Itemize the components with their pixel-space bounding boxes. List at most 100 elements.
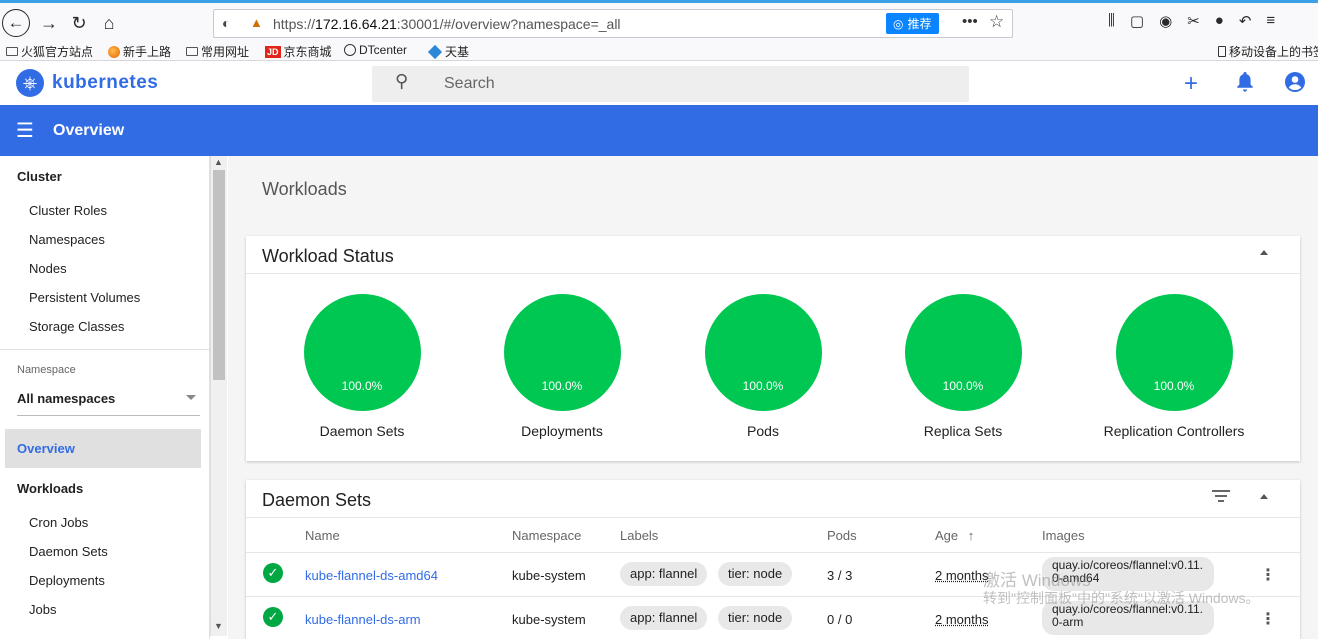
search-icon[interactable]: ⚲ [395, 71, 408, 92]
sidebar-item-nodes[interactable]: Nodes [29, 261, 67, 276]
page-actions-icon[interactable]: ••• [962, 13, 978, 30]
column-header-age[interactable]: Age ↑ [935, 528, 974, 543]
main-content: Workloads Workload Status 100.0% Daemon … [228, 156, 1318, 639]
insecure-lock-icon[interactable]: ▲ [250, 15, 263, 30]
status-pie: 100.0% [1116, 294, 1233, 411]
status-ok-icon: ✓ [263, 563, 283, 583]
bookmark-item[interactable]: DTcenter [344, 43, 407, 57]
notifications-bell-icon[interactable] [1236, 72, 1254, 98]
account-circle-icon[interactable] [1285, 72, 1305, 98]
create-plus-icon[interactable]: + [1184, 70, 1198, 98]
diamond-icon [428, 44, 442, 58]
sidebar-scrollbar[interactable]: ▲ ▼ [210, 156, 227, 636]
sidebar-item-overview[interactable]: Overview [5, 429, 201, 468]
sidebar-divider [0, 349, 209, 350]
column-header-namespace[interactable]: Namespace [512, 528, 581, 543]
namespace-select[interactable]: All namespaces [17, 391, 200, 411]
section-title-workloads: Workloads [262, 179, 347, 200]
column-header-pods: Pods [827, 528, 857, 543]
screenshot-icon[interactable]: ✂ [1187, 12, 1200, 30]
chat-icon[interactable]: ● [1215, 12, 1224, 30]
recommend-button[interactable]: ◎ 推荐 [886, 13, 939, 34]
collapse-caret-icon[interactable] [1260, 494, 1268, 499]
daemon-set-name-link[interactable]: kube-flannel-ds-arm [305, 612, 421, 627]
sidebar-heading-workloads[interactable]: Workloads [17, 481, 83, 496]
dropdown-arrow-icon [186, 395, 196, 400]
label-chip: app: flannel [620, 562, 707, 586]
forward-icon[interactable]: → [35, 9, 63, 37]
sidebar-item-deployments[interactable]: Deployments [29, 573, 105, 588]
namespace-cell: kube-system [512, 568, 586, 583]
undo-icon[interactable]: ↶ [1239, 12, 1252, 30]
search-bar: ⚲ [372, 66, 969, 102]
sidebar-heading-cluster[interactable]: Cluster [17, 169, 62, 184]
column-header-labels: Labels [620, 528, 658, 543]
bookmark-star-icon[interactable]: ☆ [989, 12, 1004, 32]
extension-icon[interactable]: ◉ [1159, 12, 1172, 30]
sidebar-nav: Cluster Cluster Roles Namespaces Nodes P… [0, 156, 210, 639]
status-pods[interactable]: 100.0% Pods [673, 294, 853, 439]
browser-toolbar: ← → ↻ ⌂ ◐ ▲ https://172.16.64.21:30001/#… [0, 0, 1318, 40]
sidebar-item-cron-jobs[interactable]: Cron Jobs [29, 515, 88, 530]
label-chip: tier: node [718, 562, 792, 586]
bookmark-item[interactable]: 新手上路 [108, 43, 171, 60]
namespace-cell: kube-system [512, 612, 586, 627]
status-replication-controllers[interactable]: 100.0% Replication Controllers [1074, 294, 1274, 439]
folder-icon [186, 47, 198, 56]
status-pie: 100.0% [705, 294, 822, 411]
age-cell[interactable]: 2 months [935, 568, 988, 583]
toolbar-icons: ⫼ ▢ ◉ ✂ ● ↶ ≡ [1108, 12, 1275, 30]
sidebar-item-cluster-roles[interactable]: Cluster Roles [29, 203, 107, 218]
jd-icon: JD [265, 46, 281, 58]
scroll-down-icon[interactable]: ▼ [214, 621, 223, 631]
age-cell[interactable]: 2 months [935, 612, 988, 627]
folder-icon [6, 47, 18, 56]
pods-cell: 3 / 3 [827, 568, 852, 583]
mobile-bookmarks[interactable]: 移动设备上的书签 [1218, 43, 1318, 60]
library-icon[interactable]: ⫼ [1108, 12, 1115, 30]
column-header-images: Images [1042, 528, 1085, 543]
select-underline [17, 415, 200, 416]
more-vert-icon[interactable]: ⋮ [1260, 565, 1276, 585]
collapse-caret-icon[interactable] [1260, 250, 1268, 255]
card-title: Daemon Sets [262, 490, 371, 511]
daemon-set-name-link[interactable]: kube-flannel-ds-amd64 [305, 568, 438, 583]
back-icon[interactable]: ← [2, 9, 30, 37]
hamburger-menu-icon[interactable]: ☰ [16, 118, 34, 143]
url-bar[interactable]: ◐ ▲ https://172.16.64.21:30001/#/overvie… [213, 9, 1013, 38]
shield-icon: ◐ [222, 15, 230, 31]
activation-watermark-text: 转到"控制面板"中的"系统"以激活 Windows。 [983, 588, 1260, 608]
kubernetes-logo[interactable]: ⎈ kubernetes [16, 69, 158, 97]
search-input[interactable] [444, 74, 944, 94]
card-divider [246, 273, 1300, 274]
status-daemon-sets[interactable]: 100.0% Daemon Sets [272, 294, 452, 439]
more-vert-icon[interactable]: ⋮ [1260, 609, 1276, 629]
scrollbar-thumb[interactable] [213, 170, 225, 380]
sidebar-item-persistent-volumes[interactable]: Persistent Volumes [29, 290, 140, 305]
filter-icon[interactable] [1212, 490, 1230, 505]
menu-icon[interactable]: ≡ [1266, 12, 1275, 30]
reload-icon[interactable]: ↻ [65, 9, 93, 37]
status-replica-sets[interactable]: 100.0% Replica Sets [873, 294, 1053, 439]
sidebar-item-storage-classes[interactable]: Storage Classes [29, 319, 124, 334]
page-title-bar: ☰ Overview [0, 105, 1318, 156]
sidebar-icon[interactable]: ▢ [1130, 12, 1144, 30]
sidebar-item-jobs[interactable]: Jobs [29, 602, 56, 617]
scroll-up-icon[interactable]: ▲ [214, 157, 223, 167]
app-header: ⎈ kubernetes ⚲ + [0, 62, 1318, 105]
url-text[interactable]: https://172.16.64.21:30001/#/overview?na… [273, 16, 621, 32]
bookmark-item[interactable]: JD 京东商城 [265, 43, 332, 60]
bookmark-item[interactable]: 火狐官方站点 [6, 43, 93, 60]
sidebar-item-namespaces[interactable]: Namespaces [29, 232, 105, 247]
status-pie: 100.0% [304, 294, 421, 411]
sidebar-item-daemon-sets[interactable]: Daemon Sets [29, 544, 108, 559]
sort-arrow-up-icon: ↑ [968, 528, 975, 543]
home-icon[interactable]: ⌂ [95, 9, 123, 37]
bookmark-item[interactable]: 常用网址 [186, 43, 249, 60]
status-deployments[interactable]: 100.0% Deployments [472, 294, 652, 439]
bookmark-item[interactable]: 天基 [430, 43, 469, 60]
helm-wheel-icon: ⎈ [16, 69, 44, 97]
firefox-icon [108, 46, 120, 58]
column-header-name[interactable]: Name [305, 528, 340, 543]
bookmarks-bar: 火狐官方站点 新手上路 常用网址 JD 京东商城 DTcenter 天基 移动设备… [0, 40, 1318, 61]
